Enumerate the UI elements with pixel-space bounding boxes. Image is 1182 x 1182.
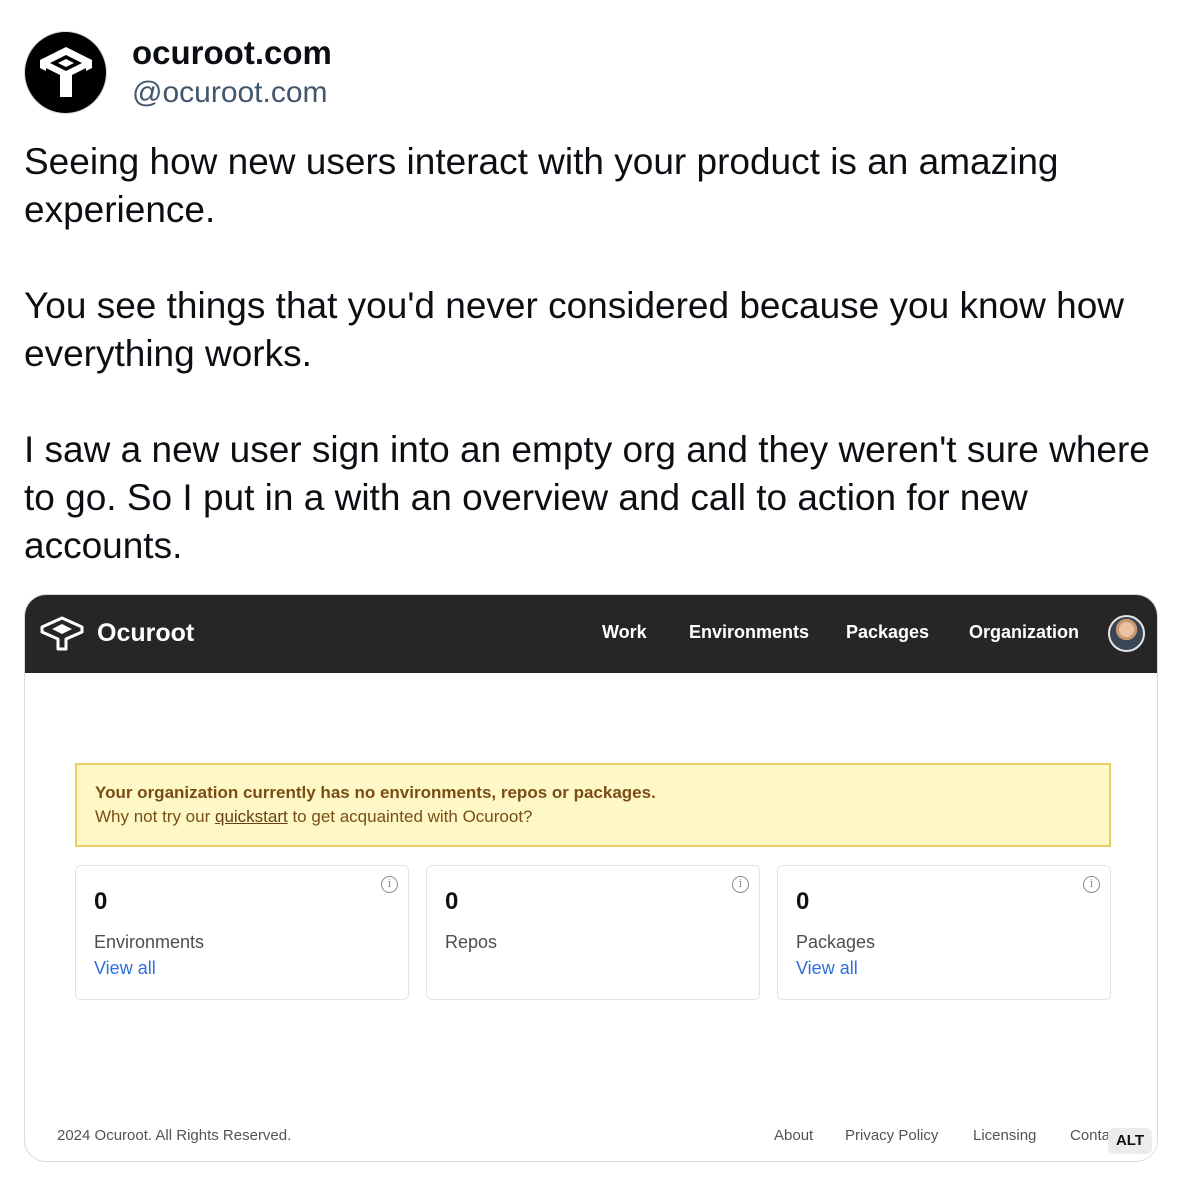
user-avatar[interactable] — [1108, 615, 1145, 652]
repos-count: 0 — [445, 888, 459, 915]
alert-suffix: to get acquainted with Ocuroot? — [287, 807, 533, 826]
screenshot-image[interactable]: Ocuroot Work Environments Packages Organ… — [24, 594, 1158, 1162]
alert-message: Why not try our quickstart to get acquai… — [95, 804, 1091, 830]
info-icon[interactable]: i — [732, 876, 749, 893]
environments-label: Environments — [94, 932, 205, 952]
footer-licensing-link[interactable]: Licensing — [973, 1127, 1036, 1144]
alert-prefix: Why not try our — [95, 807, 215, 826]
environments-count: 0 — [94, 888, 108, 915]
nav-environments[interactable]: Environments — [689, 622, 809, 643]
nav-packages[interactable]: Packages — [846, 622, 929, 643]
post-header: ocuroot.com @ocuroot.com — [24, 30, 332, 114]
alt-text-badge[interactable]: ALT — [1108, 1128, 1152, 1154]
environments-view-all-link[interactable]: View all — [94, 958, 156, 979]
packages-card: i 0 Packages View all — [777, 865, 1111, 1000]
app-navbar: Ocuroot Work Environments Packages Organ… — [25, 595, 1157, 673]
environments-card: i 0 Environments View all — [75, 865, 409, 1000]
user-handle[interactable]: @ocuroot.com — [132, 74, 332, 112]
app-brand-name: Ocuroot — [97, 618, 195, 647]
nav-work[interactable]: Work — [602, 622, 647, 643]
packages-view-all-link[interactable]: View all — [796, 958, 858, 979]
post-body-text: Seeing how new users interact with your … — [24, 141, 1150, 566]
footer-about-link[interactable]: About — [774, 1127, 813, 1144]
repos-card: i 0 Repos — [426, 865, 760, 1000]
alert-title: Your organization currently has no envir… — [95, 783, 656, 802]
info-icon[interactable]: i — [1083, 876, 1100, 893]
nav-organization[interactable]: Organization — [969, 622, 1079, 643]
packages-count: 0 — [796, 888, 810, 915]
display-name[interactable]: ocuroot.com — [132, 32, 332, 74]
packages-label: Packages — [796, 932, 876, 952]
footer-privacy-link[interactable]: Privacy Policy — [845, 1127, 938, 1144]
repos-label: Repos — [445, 932, 498, 952]
footer-copyright: 2024 Ocuroot. All Rights Reserved. — [57, 1127, 292, 1144]
profile-avatar[interactable] — [24, 30, 107, 114]
ocuroot-logo-icon — [39, 47, 92, 97]
info-icon[interactable]: i — [381, 876, 398, 893]
ocuroot-logo-icon — [40, 616, 84, 651]
footer-contact-link[interactable]: Conta — [1070, 1127, 1110, 1144]
empty-org-alert: Your organization currently has no envir… — [75, 763, 1111, 847]
quickstart-link[interactable]: quickstart — [215, 807, 288, 826]
app-brand[interactable]: Ocuroot — [39, 615, 194, 651]
